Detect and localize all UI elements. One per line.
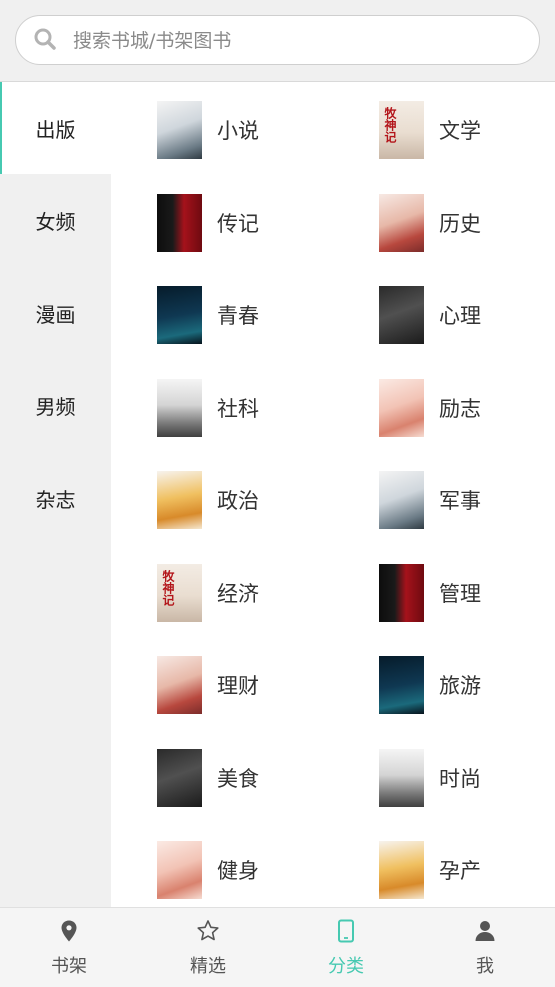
category-item[interactable]: 励志 xyxy=(379,378,555,438)
book-cover-image xyxy=(379,194,424,252)
category-item[interactable]: 小说 xyxy=(157,100,357,160)
category-label: 军事 xyxy=(439,489,481,513)
category-item[interactable]: 历史 xyxy=(379,193,555,253)
sidebar-item-label: 出版 xyxy=(35,117,76,142)
tab-label: 精选 xyxy=(190,956,226,977)
category-item[interactable]: 管理 xyxy=(379,563,555,623)
book-cover-image: 牧神记 xyxy=(379,101,424,159)
sidebar-item-female[interactable]: 女频 xyxy=(0,174,111,266)
search-input[interactable]: 搜索书城/书架图书 xyxy=(15,15,540,65)
category-item[interactable]: 心理 xyxy=(379,285,555,345)
book-cover-image xyxy=(379,564,424,622)
category-item[interactable]: 孕产 xyxy=(379,840,555,900)
sidebar-item-magazines[interactable]: 杂志 xyxy=(0,452,111,544)
category-label: 历史 xyxy=(439,212,481,236)
category-item[interactable]: 健身 xyxy=(157,840,357,900)
category-label: 时尚 xyxy=(439,767,481,791)
book-cover-image xyxy=(379,471,424,529)
cover-title: 牧神记 xyxy=(161,570,175,606)
sidebar-item-comics[interactable]: 漫画 xyxy=(0,267,111,359)
sidebar-item-label: 女频 xyxy=(35,209,76,234)
category-label: 旅游 xyxy=(439,674,481,698)
search-placeholder: 搜索书城/书架图书 xyxy=(73,30,232,52)
sidebar-item-male[interactable]: 男频 xyxy=(0,359,111,451)
category-item[interactable]: 牧神记 文学 xyxy=(379,100,555,160)
tab-label: 我 xyxy=(476,956,494,977)
map-pin-icon xyxy=(61,920,77,942)
sidebar-item-label: 漫画 xyxy=(35,302,76,327)
sidebar-item-publishing[interactable]: 出版 xyxy=(0,82,111,174)
tab-featured[interactable]: 精选 xyxy=(139,908,277,987)
search-bar: 搜索书城/书架图书 xyxy=(0,0,555,82)
book-cover-image xyxy=(157,841,202,899)
category-item[interactable]: 青春 xyxy=(157,285,357,345)
category-label: 青春 xyxy=(217,304,259,328)
category-sidebar: 出版 女频 漫画 男频 杂志 xyxy=(0,82,111,907)
category-label: 文学 xyxy=(439,119,481,143)
category-label: 经济 xyxy=(217,582,259,606)
sidebar-item-label: 男频 xyxy=(35,394,76,419)
category-item[interactable]: 旅游 xyxy=(379,655,555,715)
category-label: 管理 xyxy=(439,582,481,606)
book-cover-image xyxy=(379,749,424,807)
book-cover-image xyxy=(379,379,424,437)
category-grid: 小说 牧神记 文学 传记 历史 青春 心理 社科 励志 政治 军事 牧神记 经济 管理 理财 旅游 美食 时尚 健身… xyxy=(111,82,555,907)
category-label: 政治 xyxy=(217,489,259,513)
tab-categories[interactable]: 分类 xyxy=(277,908,415,987)
category-item[interactable]: 美食 xyxy=(157,748,357,808)
category-item[interactable]: 政治 xyxy=(157,470,357,530)
book-cover-image xyxy=(379,656,424,714)
tab-label: 书架 xyxy=(51,956,87,977)
bottom-tab-bar: 书架 精选 分类 我 xyxy=(0,907,555,987)
book-cover-image xyxy=(157,749,202,807)
category-item[interactable]: 传记 xyxy=(157,193,357,253)
category-label: 健身 xyxy=(217,859,259,883)
user-icon xyxy=(475,921,495,941)
book-cover-image xyxy=(379,286,424,344)
book-cover-image xyxy=(157,194,202,252)
book-cover-image xyxy=(157,286,202,344)
category-label: 励志 xyxy=(439,397,481,421)
star-icon xyxy=(197,920,219,941)
category-label: 传记 xyxy=(217,212,259,236)
category-label: 心理 xyxy=(439,304,481,328)
tab-profile[interactable]: 我 xyxy=(416,908,554,987)
tab-bookshelf[interactable]: 书架 xyxy=(0,908,138,987)
category-item[interactable]: 军事 xyxy=(379,470,555,530)
category-label: 理财 xyxy=(217,674,259,698)
category-item[interactable]: 理财 xyxy=(157,655,357,715)
category-label: 社科 xyxy=(217,397,259,421)
book-cover-image xyxy=(379,841,424,899)
sidebar-item-label: 杂志 xyxy=(35,487,76,512)
category-item[interactable]: 牧神记 经济 xyxy=(157,563,357,623)
book-cover-image xyxy=(157,379,202,437)
cover-title: 牧神记 xyxy=(383,107,397,143)
book-cover-image xyxy=(157,101,202,159)
category-label: 孕产 xyxy=(439,859,481,883)
category-label: 小说 xyxy=(217,119,259,143)
category-item[interactable]: 社科 xyxy=(157,378,357,438)
book-cover-image: 牧神记 xyxy=(157,564,202,622)
book-cover-image xyxy=(157,656,202,714)
book-cover-image xyxy=(157,471,202,529)
category-label: 美食 xyxy=(217,767,259,791)
category-item[interactable]: 时尚 xyxy=(379,748,555,808)
tab-label: 分类 xyxy=(328,956,364,977)
search-icon xyxy=(34,28,56,50)
tablet-icon xyxy=(338,919,354,943)
